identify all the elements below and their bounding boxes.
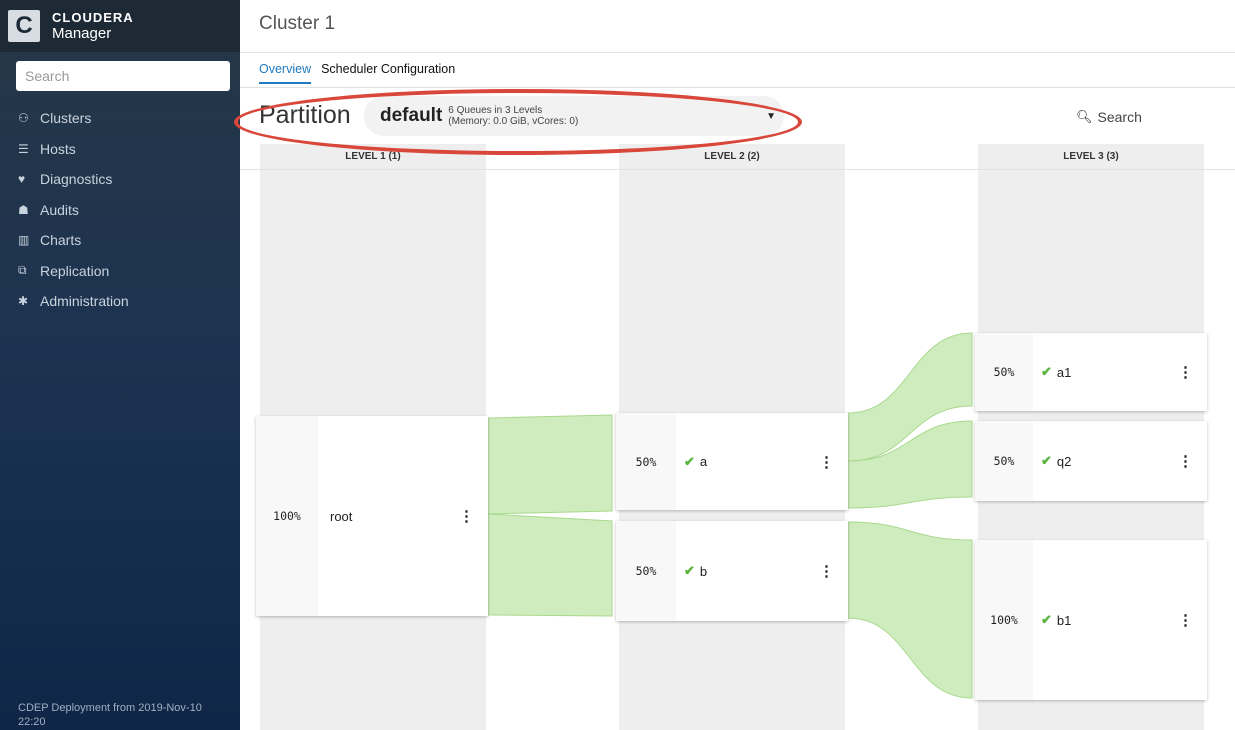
queue-name-label: q2 <box>1056 453 1072 469</box>
more-vertical-icon[interactable]: ⋮ <box>1178 611 1193 629</box>
more-vertical-icon[interactable]: ⋮ <box>459 507 474 525</box>
queue-capacity: 50% <box>975 333 1033 411</box>
queue-name-label: root <box>330 508 353 524</box>
queue-name-label: a <box>699 454 708 469</box>
queue-card-q2[interactable]: 50% ✔ q2 ⋮ <box>975 421 1207 501</box>
more-vertical-icon[interactable]: ⋮ <box>1178 452 1193 470</box>
more-vertical-icon[interactable]: ⋮ <box>819 562 834 580</box>
queue-capacity: 50% <box>975 421 1033 501</box>
queue-name-label: a1 <box>1056 364 1072 380</box>
check-icon: ✔ <box>1041 453 1052 468</box>
queue-card-b[interactable]: 50% ✔ b ⋮ <box>616 521 848 621</box>
queue-card-a[interactable]: 50% ✔ a ⋮ <box>616 413 848 510</box>
check-icon: ✔ <box>684 453 695 469</box>
queue-name: ✔ a1 <box>1033 364 1071 380</box>
check-icon: ✔ <box>1041 612 1052 627</box>
flow-root-a <box>487 414 613 515</box>
queue-card-b1[interactable]: 100% ✔ b1 ⋮ <box>975 540 1207 700</box>
more-vertical-icon[interactable]: ⋮ <box>1178 363 1193 381</box>
queue-capacity: 50% <box>616 413 676 510</box>
queue-name-label: b <box>699 563 708 579</box>
more-vertical-icon[interactable]: ⋮ <box>819 453 834 471</box>
check-icon: ✔ <box>684 563 695 578</box>
flow-b-b1 <box>847 521 973 699</box>
queue-card-root[interactable]: 100% root ⋮ <box>256 416 488 616</box>
check-icon: ✔ <box>1041 364 1052 379</box>
queue-name: ✔ b1 <box>1033 612 1071 628</box>
queue-capacity: 50% <box>616 521 676 621</box>
flow-root-b <box>487 513 613 617</box>
queue-card-a1[interactable]: 50% ✔ a1 ⋮ <box>975 333 1207 411</box>
queue-name: ✔ b <box>676 563 707 579</box>
queue-capacity: 100% <box>256 416 318 616</box>
queue-name: ✔ q2 <box>1033 453 1071 469</box>
queue-name-label: b1 <box>1056 612 1072 628</box>
queue-name: ✔ a <box>676 454 707 470</box>
queue-name: root <box>318 509 352 524</box>
queue-capacity: 100% <box>975 540 1033 700</box>
